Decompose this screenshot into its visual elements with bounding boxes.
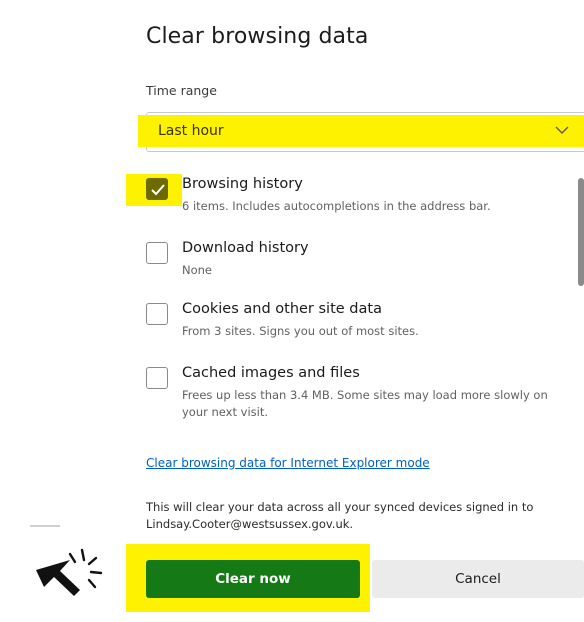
cookies-checkbox[interactable] xyxy=(146,303,168,325)
sync-notice-line1: This will clear your data across all you… xyxy=(146,500,534,514)
scrollbar-thumb[interactable] xyxy=(578,178,584,286)
option-description: From 3 sites. Signs you out of most site… xyxy=(182,324,419,338)
click-cursor-icon xyxy=(36,548,103,596)
cursor-illustration xyxy=(0,516,116,622)
option-title: Download history xyxy=(182,240,309,256)
option-title: Cached images and files xyxy=(182,365,360,381)
option-title: Cookies and other site data xyxy=(182,301,382,317)
checkmark-icon xyxy=(151,184,165,196)
time-range-value: Last hour xyxy=(158,123,224,139)
option-description: None xyxy=(182,263,213,277)
dialog-title: Clear browsing data xyxy=(146,24,369,49)
browsing-history-checkbox[interactable] xyxy=(146,178,168,200)
ie-mode-link[interactable]: Clear browsing data for Internet Explore… xyxy=(146,456,430,470)
download-history-checkbox[interactable] xyxy=(146,242,168,264)
clear-now-button[interactable]: Clear now xyxy=(146,560,360,598)
sync-notice-line2: Lindsay.Cooter@westsussex.gov.uk. xyxy=(146,517,354,531)
time-range-label: Time range xyxy=(146,83,217,98)
option-title: Browsing history xyxy=(182,176,303,192)
cancel-button[interactable]: Cancel xyxy=(372,560,584,598)
sync-notice: This will clear your data across all you… xyxy=(146,499,584,533)
cached-images-checkbox[interactable] xyxy=(146,367,168,389)
option-description: 6 items. Includes autocompletions in the… xyxy=(182,199,491,213)
option-description: Frees up less than 3.4 MB. Some sites ma… xyxy=(182,388,548,419)
chevron-down-icon[interactable] xyxy=(554,124,570,136)
